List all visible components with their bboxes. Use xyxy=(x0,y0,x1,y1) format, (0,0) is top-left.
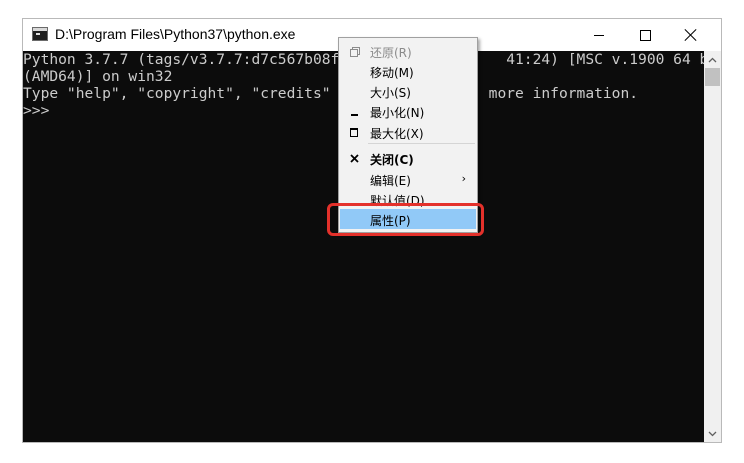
menu-separator xyxy=(368,143,475,144)
menu-item-label: 编辑(E) xyxy=(370,174,411,188)
menu-item-edit[interactable]: 编辑(E) › xyxy=(340,169,476,189)
scroll-up-button[interactable] xyxy=(704,51,721,68)
chevron-right-icon: › xyxy=(461,172,466,185)
menu-item-label: 最大化(X) xyxy=(370,127,424,141)
close-button[interactable] xyxy=(668,19,714,51)
close-icon xyxy=(348,152,360,164)
maximize-icon xyxy=(348,126,360,138)
maximize-button[interactable] xyxy=(622,19,668,51)
minimize-icon xyxy=(348,105,360,117)
close-icon xyxy=(685,29,697,41)
scroll-down-button[interactable] xyxy=(704,425,721,442)
chevron-down-icon xyxy=(708,431,717,436)
menu-item-maximize[interactable]: 最大化(X) xyxy=(340,122,476,142)
menu-item-label: 还原(R) xyxy=(370,46,412,60)
menu-item-label: 大小(S) xyxy=(370,86,411,100)
menu-item-label: 关闭(C) xyxy=(370,153,414,167)
menu-item-restore[interactable]: 还原(R) xyxy=(340,41,476,61)
menu-item-label: 移动(M) xyxy=(370,66,414,80)
menu-item-minimize[interactable]: 最小化(N) xyxy=(340,101,476,121)
vertical-scrollbar[interactable] xyxy=(704,51,721,442)
menu-item-close[interactable]: 关闭(C) xyxy=(340,148,476,168)
annotation-highlight-box xyxy=(327,203,484,236)
maximize-icon xyxy=(639,29,651,41)
menu-item-size[interactable]: 大小(S) xyxy=(340,81,476,101)
console-app-icon[interactable] xyxy=(32,27,48,41)
minimize-button[interactable] xyxy=(576,19,622,51)
scroll-thumb[interactable] xyxy=(705,68,720,86)
minimize-icon xyxy=(594,34,604,36)
restore-icon xyxy=(348,45,360,57)
menu-item-label: 最小化(N) xyxy=(370,106,425,120)
menu-item-move[interactable]: 移动(M) xyxy=(340,61,476,81)
window-title: D:\Program Files\Python37\python.exe xyxy=(55,26,296,42)
chevron-up-icon xyxy=(708,57,717,62)
